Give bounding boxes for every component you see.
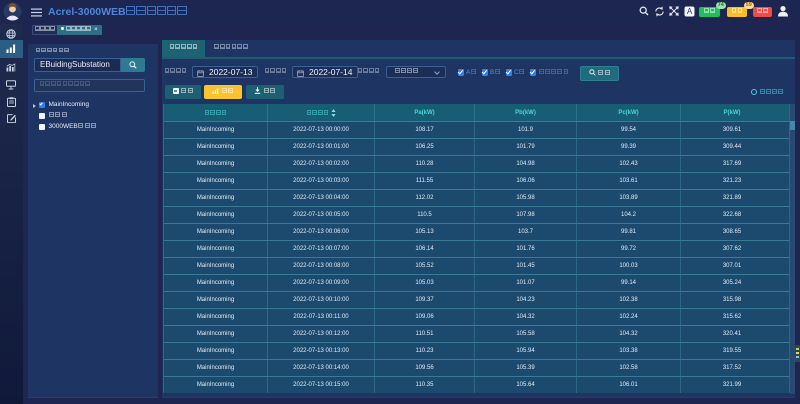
svg-text:A: A [687, 7, 693, 16]
